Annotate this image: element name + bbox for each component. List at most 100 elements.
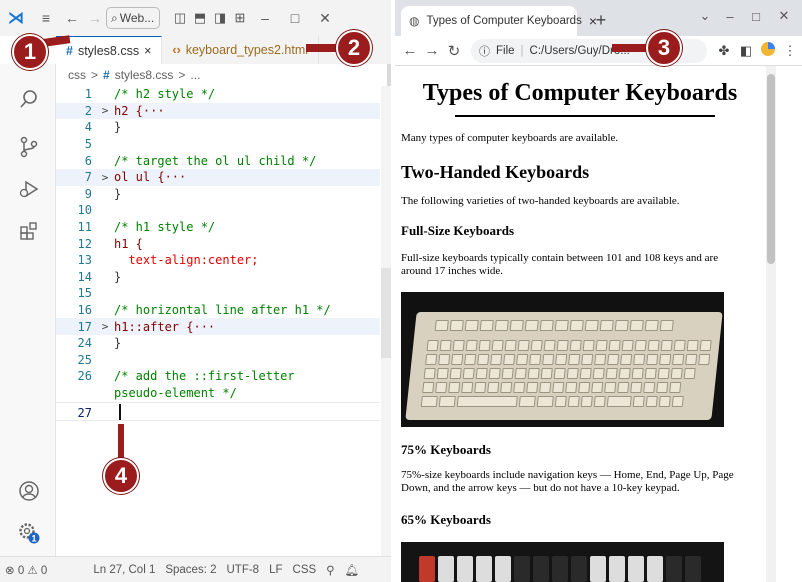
key — [556, 340, 569, 351]
key — [530, 340, 543, 351]
key — [554, 320, 569, 331]
tab-keyboard-types2-html[interactable]: ‹› keyboard_types2.html — [162, 36, 320, 64]
key — [699, 340, 712, 351]
key — [518, 396, 536, 407]
customize-layout-icon[interactable]: ⊞ — [230, 0, 250, 36]
line-number: 5 — [84, 137, 92, 152]
key — [474, 382, 487, 393]
close-tab-icon[interactable]: × — [144, 44, 151, 58]
language-mode[interactable]: CSS — [288, 564, 322, 576]
code-line[interactable]: 12 h1 { — [56, 235, 380, 252]
fold-chevron-icon[interactable]: > — [96, 171, 114, 184]
code-line[interactable]: 15 — [56, 285, 380, 302]
fold-chevron-icon[interactable]: > — [96, 320, 114, 333]
new-tab-button[interactable]: + — [589, 8, 613, 32]
code-line[interactable]: 2 > h2 {··· — [56, 102, 380, 120]
key — [524, 320, 539, 331]
code-line[interactable]: 27 — [56, 405, 380, 422]
code-line[interactable]: 16 /* horizontal line after h1 */ — [56, 302, 380, 319]
toggle-sidebar-icon[interactable]: ◫ — [170, 0, 190, 36]
breadcrumb-symbols[interactable]: ... — [190, 68, 200, 82]
menu-icon[interactable]: ≡ — [32, 0, 60, 36]
code-line[interactable]: 10 — [56, 202, 380, 219]
code-line[interactable]: 13 text-align:center; — [56, 252, 380, 269]
breadcrumb-folder[interactable]: css — [68, 68, 86, 82]
full-size-keyboard-image — [401, 292, 724, 427]
code-line[interactable]: 7 > ol ul {··· — [56, 169, 380, 186]
key — [552, 556, 568, 582]
code-line[interactable]: 25 — [56, 352, 380, 369]
back-arrow-icon[interactable]: ← — [399, 42, 421, 59]
code-line[interactable]: 14} — [56, 269, 380, 286]
explorer-search-icon[interactable] — [16, 86, 42, 112]
status-bar: ⊗ 0 ⚠ 0 Ln 27, Col 1 Spaces: 2 UTF-8 LF … — [0, 556, 391, 582]
maximize-button[interactable]: □ — [280, 0, 310, 36]
breadcrumb-file[interactable]: styles8.css — [115, 68, 174, 82]
code-line[interactable]: 4} — [56, 119, 380, 136]
side-panel-icon[interactable]: ◧ — [735, 43, 757, 59]
code-line[interactable]: 11 /* h1 style */ — [56, 219, 380, 236]
forward-arrow-icon[interactable]: → — [84, 0, 106, 36]
key — [555, 354, 568, 365]
forward-arrow-icon[interactable]: → — [421, 42, 443, 59]
command-center-search[interactable]: ⌕ Web... — [106, 7, 160, 29]
key — [670, 368, 683, 379]
key — [685, 354, 698, 365]
code-text: h2 {··· — [114, 103, 165, 118]
key — [643, 382, 656, 393]
code-line[interactable]: 9} — [56, 186, 380, 203]
html-file-icon: ‹› — [172, 43, 181, 57]
key — [672, 354, 685, 365]
key — [448, 382, 461, 393]
minimize-button[interactable]: – — [250, 0, 280, 36]
code-line[interactable]: 26 /* add the ::first-letter — [56, 368, 380, 385]
browser-close-button[interactable]: ✕ — [766, 4, 802, 28]
code-line[interactable]: 17 > h1::after {··· — [56, 318, 380, 335]
extensions-puzzle-icon[interactable]: ✤ — [713, 43, 735, 59]
run-debug-icon[interactable] — [16, 176, 42, 202]
info-icon[interactable]: ⓘ — [479, 43, 490, 59]
key — [436, 368, 449, 379]
heading-rule — [455, 115, 715, 117]
reload-icon[interactable]: ↻ — [443, 42, 465, 60]
code-text: h1::after {··· — [114, 319, 216, 334]
notifications-bell-icon[interactable]: 🔔︎ — [340, 563, 365, 577]
problems-count[interactable]: ⊗ 0 ⚠ 0 — [0, 563, 52, 577]
indentation-setting[interactable]: Spaces: 2 — [160, 564, 221, 576]
page-scroll-thumb[interactable] — [767, 74, 775, 264]
line-number: 26 — [77, 369, 92, 384]
key — [526, 382, 539, 393]
code-line[interactable]: 5 — [56, 136, 380, 153]
fold-chevron-icon[interactable]: > — [96, 104, 114, 117]
key — [451, 354, 464, 365]
more-menu-icon[interactable]: ⋮ — [779, 43, 801, 59]
code-line[interactable]: 24} — [56, 335, 380, 352]
feedback-icon[interactable]: ⚲ — [321, 563, 339, 577]
end-of-line[interactable]: LF — [264, 564, 287, 576]
key — [607, 354, 620, 365]
editor-scroll-thumb[interactable] — [381, 268, 391, 358]
profile-avatar[interactable] — [757, 41, 779, 60]
cursor-position[interactable]: Ln 27, Col 1 — [88, 564, 160, 576]
key — [686, 340, 699, 351]
file-encoding[interactable]: UTF-8 — [222, 564, 265, 576]
code-line[interactable]: pseudo-element */ — [56, 385, 380, 402]
code-line[interactable]: 6 /* target the ol ul child */ — [56, 152, 380, 169]
close-window-button[interactable]: ✕ — [310, 0, 340, 36]
tab-styles8-css[interactable]: # styles8.css × — [56, 36, 163, 64]
key — [593, 396, 606, 407]
back-arrow-icon[interactable]: ← — [60, 0, 84, 36]
toggle-panel-icon[interactable]: ⬒ — [190, 0, 210, 36]
vscode-title-bar: ⋊ ≡ ← → ⌕ Web... ◫ ⬒ ◨ ⊞ – □ ✕ — [0, 0, 391, 36]
code-line[interactable]: 1 /* h2 style */ — [56, 86, 380, 103]
browser-tab[interactable]: ◍ Types of Computer Keyboards × — [401, 6, 597, 36]
key — [609, 556, 625, 582]
account-icon[interactable] — [16, 478, 42, 504]
key — [594, 354, 607, 365]
code-text: /* target the ol ul child */ — [114, 153, 317, 168]
extensions-icon[interactable] — [16, 218, 42, 244]
toggle-secondary-sidebar-icon[interactable]: ◨ — [210, 0, 230, 36]
manage-gear-icon[interactable]: 1 — [16, 520, 42, 546]
source-control-icon[interactable] — [16, 134, 42, 160]
activity-bar: 1 — [0, 64, 56, 556]
